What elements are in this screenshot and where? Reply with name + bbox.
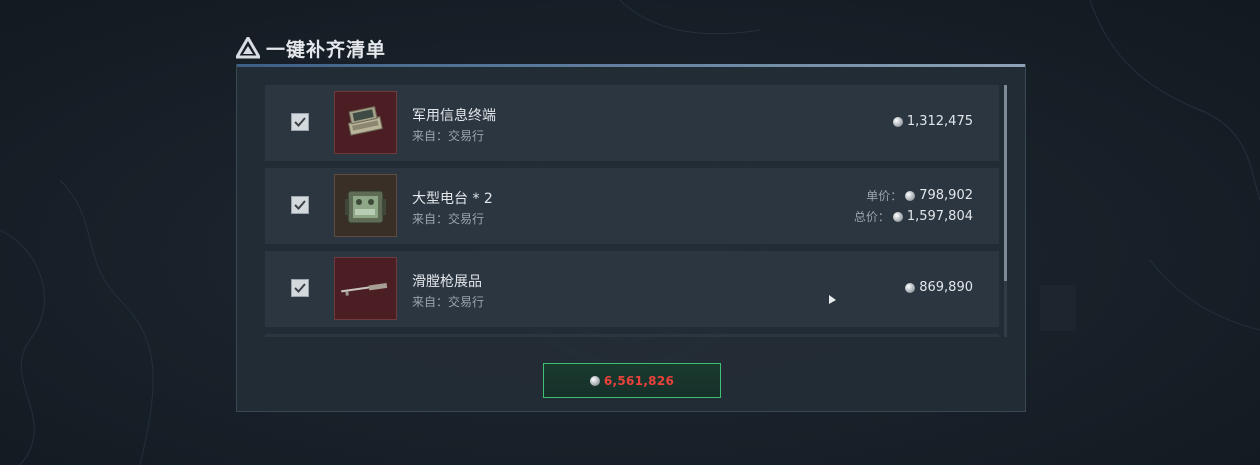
purchase-all-button[interactable]: 6,561,826 <box>543 363 721 398</box>
military-terminal-icon <box>347 106 383 136</box>
coin-icon <box>589 375 600 386</box>
checkmark-icon <box>294 283 306 293</box>
radio-station-icon <box>345 190 386 224</box>
total-cost: 6,561,826 <box>603 373 675 388</box>
item-name: 军用信息终端 <box>412 108 496 124</box>
total-price-value: 1,597,804 <box>906 209 973 224</box>
list-scrollbar[interactable] <box>1004 85 1007 337</box>
scrollbar-thumb[interactable] <box>1004 85 1007 281</box>
total-price-label: 总价： <box>853 210 890 224</box>
item-checkbox[interactable] <box>291 279 309 297</box>
coin-icon <box>892 211 903 222</box>
list-item-partial <box>265 334 999 337</box>
item-thumbnail <box>334 174 397 237</box>
item-name: 大型电台 * 2 <box>412 191 493 207</box>
screen: 一键补齐清单 军用信息终端 来自：交易行 1,312,475 大型电台 * 2 … <box>0 0 1260 465</box>
price-value: 869,890 <box>919 280 973 295</box>
list-item[interactable]: 军用信息终端 来自：交易行 1,312,475 <box>265 85 999 161</box>
list-item[interactable]: 滑膛枪展品 来自：交易行 869,890 <box>265 251 999 327</box>
item-checkbox[interactable] <box>291 196 309 214</box>
item-name: 滑膛枪展品 <box>412 274 482 290</box>
unit-price: 单价： 798,902 <box>866 187 973 204</box>
item-source: 来自：交易行 <box>412 129 485 143</box>
unit-price-label: 单价： <box>866 189 903 203</box>
item-list[interactable]: 军用信息终端 来自：交易行 1,312,475 大型电台 * 2 来自：交易行 … <box>265 85 999 337</box>
coin-icon <box>905 282 916 293</box>
dialog-title: 一键补齐清单 <box>266 38 387 61</box>
checkmark-icon <box>294 200 306 210</box>
dialog-header: 一键补齐清单 <box>234 34 387 62</box>
item-thumbnail <box>334 257 397 320</box>
panel-accent-line <box>237 64 1025 67</box>
coin-icon <box>892 116 903 127</box>
list-item[interactable]: 大型电台 * 2 来自：交易行 单价： 798,902 总价： 1,597,80… <box>265 168 999 244</box>
mouse-cursor-icon <box>829 295 836 304</box>
musket-icon <box>341 282 388 296</box>
item-source: 来自：交易行 <box>412 212 485 226</box>
restock-list-panel: 军用信息终端 来自：交易行 1,312,475 大型电台 * 2 来自：交易行 … <box>236 64 1026 412</box>
item-source: 来自：交易行 <box>412 295 485 309</box>
item-price: 869,890 <box>905 280 973 295</box>
item-checkbox[interactable] <box>291 113 309 131</box>
delta-logo-icon <box>234 35 262 59</box>
item-price: 1,312,475 <box>892 114 973 129</box>
price-value: 1,312,475 <box>906 114 973 129</box>
checkmark-icon <box>294 117 306 127</box>
coin-icon <box>905 190 916 201</box>
item-thumbnail <box>334 91 397 154</box>
unit-price-value: 798,902 <box>919 188 973 203</box>
total-price: 总价： 1,597,804 <box>854 208 973 225</box>
